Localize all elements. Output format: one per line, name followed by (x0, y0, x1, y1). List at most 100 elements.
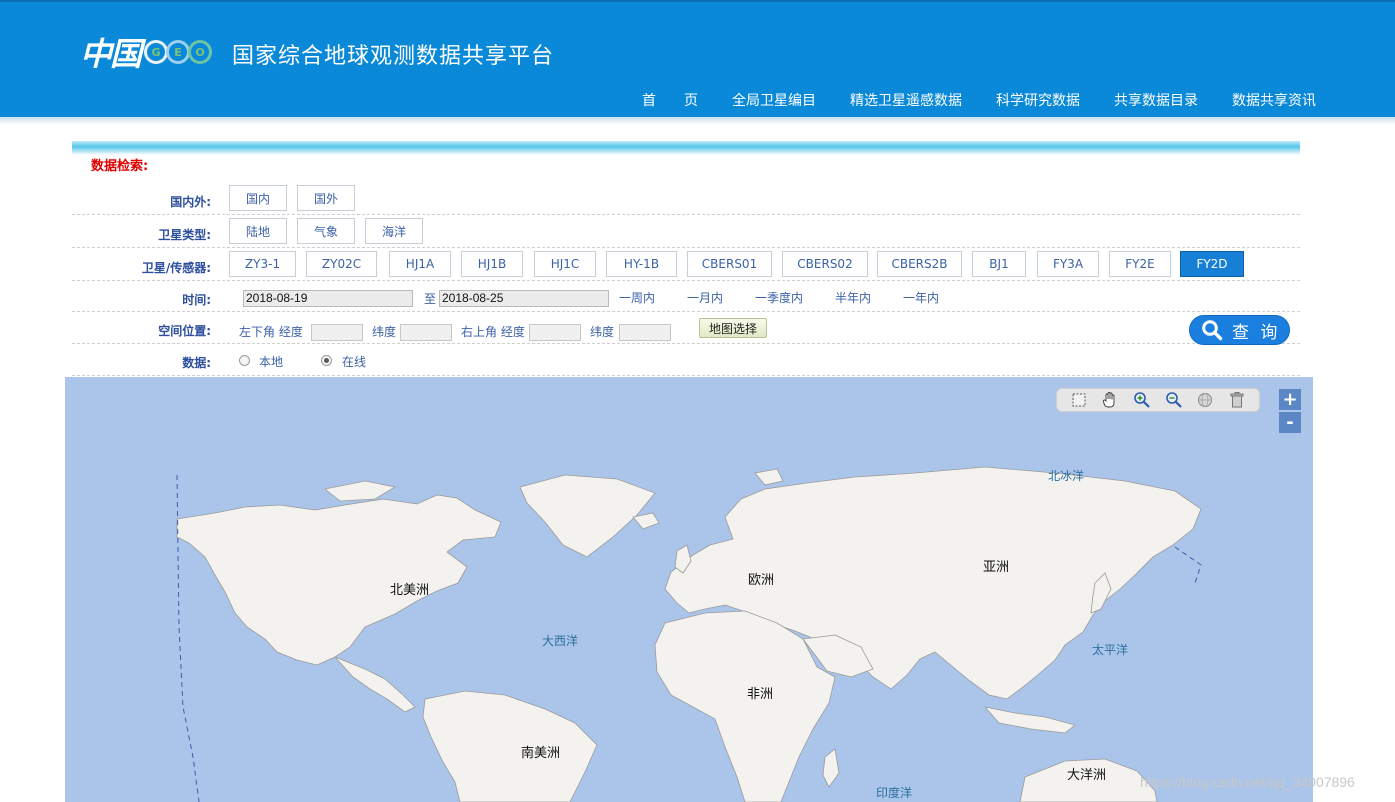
sensor-fy2d[interactable]: FY2D (1180, 251, 1244, 277)
nav-research-data[interactable]: 科学研究数据 (996, 90, 1080, 110)
sensor-cbers2b[interactable]: CBERS2B (877, 251, 962, 277)
label-europe: 欧洲 (748, 573, 775, 588)
logo-mark: 中国 (80, 35, 142, 73)
sensor-fy3a[interactable]: FY3A (1037, 251, 1099, 277)
label-arctic-ocean: 北冰洋 (1048, 469, 1085, 483)
sensor-hj1a[interactable]: HJ1A (389, 251, 451, 277)
nav-news[interactable]: 数据共享资讯 (1232, 90, 1316, 110)
label-asia: 亚洲 (983, 560, 1010, 575)
madagascar-land (822, 748, 840, 788)
label-north-america: 北美洲 (390, 583, 430, 598)
map-zoom-in-button[interactable]: + (1279, 389, 1301, 410)
watermark-text: https://blog.csdn.net/qq_34907896 (1140, 774, 1355, 790)
nav-shared-catalog[interactable]: 共享数据目录 (1114, 90, 1198, 110)
sensor-zy3-1[interactable]: ZY3-1 (229, 251, 296, 277)
quick-one-quarter[interactable]: 一季度内 (755, 289, 803, 306)
time-label: 时间: (182, 293, 211, 307)
row-time: 时间: 2018-08-19 至 2018-08-25 一周内 一月内 一季度内… (72, 281, 1300, 312)
radio-online[interactable] (321, 355, 332, 366)
svalbard-land (754, 468, 784, 486)
query-button[interactable]: 查 询 (1189, 315, 1290, 345)
radio-local[interactable] (239, 355, 250, 366)
zoom-in-icon[interactable] (1132, 390, 1152, 410)
option-weather[interactable]: 气象 (297, 218, 355, 244)
logo-geo-letter: E (166, 40, 191, 64)
lower-left-lon-label: 左下角 经度 (239, 325, 303, 339)
start-date-input[interactable]: 2018-08-19 (243, 290, 413, 307)
nav-selected-remote-sensing[interactable]: 精选卫星遥感数据 (850, 90, 962, 110)
label-indian-ocean: 印度洋 (876, 786, 913, 800)
globe-icon[interactable] (1195, 390, 1215, 410)
query-label: 查 询 (1232, 322, 1281, 343)
trash-icon[interactable] (1227, 390, 1247, 410)
logo-geo: G E O (144, 40, 213, 64)
north-america-land (176, 494, 502, 666)
lower-left-lat-input[interactable] (400, 324, 452, 341)
option-foreign[interactable]: 国外 (297, 185, 355, 211)
lower-left-lon-input[interactable] (311, 324, 363, 341)
nav-home[interactable]: 首 页 (642, 90, 698, 110)
zoom-out-icon[interactable] (1164, 390, 1184, 410)
option-domestic[interactable]: 国内 (229, 185, 287, 211)
end-date-input[interactable]: 2018-08-25 (439, 290, 609, 307)
row-space: 空间位置: 左下角 经度 纬度 右上角 经度 纬度 地图选择 (72, 312, 1300, 344)
option-ocean[interactable]: 海洋 (365, 218, 423, 244)
header-shadow (0, 117, 1395, 125)
upper-right-lon-input[interactable] (529, 324, 581, 341)
site-title: 国家综合地球观测数据共享平台 (232, 43, 555, 68)
sensor-bj1[interactable]: BJ1 (972, 251, 1026, 277)
radio-local-label: 本地 (259, 355, 284, 369)
search-icon (1202, 320, 1223, 341)
site-logo[interactable]: 中国 G E O (80, 32, 213, 73)
pan-hand-icon[interactable] (1100, 390, 1120, 410)
central-america-land (334, 656, 416, 713)
sensor-hj1c[interactable]: HJ1C (534, 251, 596, 277)
lower-left-lat-label: 纬度 (372, 325, 397, 339)
label-oceania: 大洋洲 (1067, 768, 1107, 783)
radio-online-label: 在线 (342, 355, 367, 369)
site-header: 中国 G E O 国家综合地球观测数据共享平台 首 页 全局卫星编目 精选卫星遥… (0, 0, 1395, 117)
option-land[interactable]: 陆地 (229, 218, 287, 244)
logo-geo-letter: O (188, 40, 213, 64)
sensor-label: 卫星/传感器: (141, 261, 211, 275)
logo-geo-letter: G (144, 40, 169, 64)
greenland-land (519, 474, 656, 558)
dateline-east (1174, 546, 1202, 584)
map-select-button[interactable]: 地图选择 (699, 318, 768, 338)
satellite-type-label: 卫星类型: (158, 228, 211, 242)
quick-one-month[interactable]: 一月内 (687, 289, 723, 306)
row-region: 国内外: 国内 国外 (72, 182, 1300, 215)
label-africa: 非洲 (747, 687, 774, 702)
south-america-land (422, 690, 598, 802)
panel-title-bar (72, 141, 1300, 155)
search-title: 数据检索: (91, 159, 149, 174)
region-label: 国内外: (170, 195, 211, 209)
quick-half-year[interactable]: 半年内 (835, 289, 871, 306)
nav-satellite-catalog[interactable]: 全局卫星编目 (732, 90, 816, 110)
space-label: 空间位置: (158, 324, 211, 338)
world-map-canvas (176, 466, 1202, 802)
world-map[interactable]: 北美洲 欧洲 亚洲 非洲 南美洲 大洋洲 北冰洋 大西洋 太平洋 印度洋 + - (65, 377, 1313, 802)
upper-right-lat-label: 纬度 (590, 325, 615, 339)
search-panel: 数据检索: (72, 141, 1300, 174)
indonesia-land (983, 706, 1076, 734)
quick-one-year[interactable]: 一年内 (903, 289, 939, 306)
data-label: 数据: (182, 356, 211, 370)
map-zoom-out-button[interactable]: - (1279, 412, 1301, 433)
arctic-islands-land (324, 480, 397, 502)
sensor-hy-1b[interactable]: HY-1B (606, 251, 677, 277)
sensor-fy2e[interactable]: FY2E (1109, 251, 1171, 277)
sensor-cbers01[interactable]: CBERS01 (687, 251, 772, 277)
sensor-zy02c[interactable]: ZY02C (306, 251, 377, 277)
sensor-hj1b[interactable]: HJ1B (461, 251, 523, 277)
date-range-separator: 至 (424, 292, 437, 306)
row-satellite-type: 卫星类型: 陆地 气象 海洋 (72, 215, 1300, 248)
row-data: 数据: 本地 在线 (72, 344, 1300, 376)
box-select-icon[interactable] (1069, 390, 1089, 410)
quick-one-week[interactable]: 一周内 (619, 289, 655, 306)
label-atlantic-ocean: 大西洋 (542, 634, 579, 648)
sensor-cbers02[interactable]: CBERS02 (782, 251, 868, 277)
upper-right-lat-input[interactable] (619, 324, 671, 341)
label-pacific-ocean: 太平洋 (1092, 643, 1129, 657)
label-south-america: 南美洲 (521, 746, 561, 761)
